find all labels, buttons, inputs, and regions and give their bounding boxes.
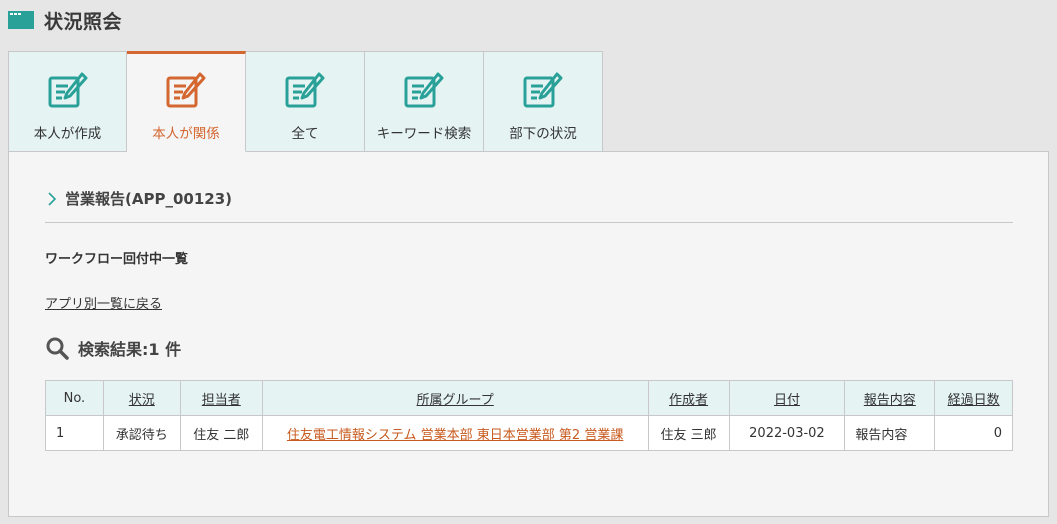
chevron-right-icon (48, 191, 57, 206)
cell-group: 住友電工情報システム 営業本部 東日本営業部 第2 営業課 (261, 415, 649, 451)
search-icon (46, 337, 69, 360)
edit-document-icon (285, 72, 325, 108)
table-row: 1 承認待ち 住友 二郎 住友電工情報システム 営業本部 東日本営業部 第2 営… (45, 415, 1013, 451)
tab-subordinates[interactable]: 部下の状況 (484, 51, 603, 152)
edit-document-icon (404, 72, 444, 108)
tab-bar: 本人が作成 本人が関係 全て キーワード検索 部下の状況 (8, 51, 603, 152)
header-author[interactable]: 作成者 (647, 380, 730, 416)
cell-owner: 住友 二郎 (179, 415, 263, 451)
tab-label: 本人が関係 (152, 126, 220, 142)
header-elapsed-days[interactable]: 経過日数 (934, 380, 1013, 416)
group-link[interactable]: 住友電工情報システム 営業本部 東日本営業部 第2 営業課 (287, 428, 623, 443)
edit-document-icon (523, 72, 563, 108)
header-report[interactable]: 報告内容 (844, 380, 936, 416)
tab-all[interactable]: 全て (246, 51, 365, 152)
cell-status: 承認待ち (102, 415, 181, 451)
section-divider (45, 222, 1013, 223)
search-result-header: 検索結果:1 件 (45, 336, 181, 360)
header-no: No. (45, 380, 104, 416)
header-owner[interactable]: 担当者 (179, 380, 263, 416)
page-title: 状況照会 (44, 10, 123, 33)
content-panel: 営業報告(APP_00123) ワークフロー回付中一覧 アプリ別一覧に戻る 検索… (8, 151, 1049, 517)
section-title: 営業報告(APP_00123) (65, 190, 232, 208)
cell-date: 2022-03-02 (728, 415, 846, 451)
workflow-list-title: ワークフロー回付中一覧 (45, 252, 189, 267)
result-count: 検索結果:1 件 (78, 340, 182, 359)
tab-label: 本人が作成 (33, 126, 102, 142)
tab-label: 全て (291, 126, 319, 142)
section-header: 営業報告(APP_00123) (47, 188, 232, 209)
page-header: 状況照会 (8, 6, 122, 34)
results-table: No. 状況 担当者 所属グループ 作成者 日付 報告内容 経過日数 1 承認待… (45, 380, 1013, 451)
edit-document-icon (166, 72, 206, 108)
cell-author: 住友 三郎 (647, 415, 730, 451)
tab-self-related[interactable]: 本人が関係 (127, 51, 246, 152)
edit-document-icon (48, 72, 87, 108)
cell-elapsed-days: 0 (934, 415, 1013, 451)
tab-label: キーワード検索 (376, 126, 472, 142)
window-icon (8, 11, 34, 29)
tab-keyword-search[interactable]: キーワード検索 (365, 51, 484, 152)
tab-self-created[interactable]: 本人が作成 (8, 51, 127, 152)
table-header-row: No. 状況 担当者 所属グループ 作成者 日付 報告内容 経過日数 (45, 380, 1013, 416)
header-status[interactable]: 状況 (102, 380, 181, 416)
cell-report: 報告内容 (844, 415, 936, 451)
header-date[interactable]: 日付 (728, 380, 846, 416)
back-to-app-list-link[interactable]: アプリ別一覧に戻る (45, 293, 162, 312)
header-group[interactable]: 所属グループ (261, 380, 649, 416)
cell-no: 1 (45, 415, 104, 451)
tab-label: 部下の状況 (509, 126, 577, 142)
